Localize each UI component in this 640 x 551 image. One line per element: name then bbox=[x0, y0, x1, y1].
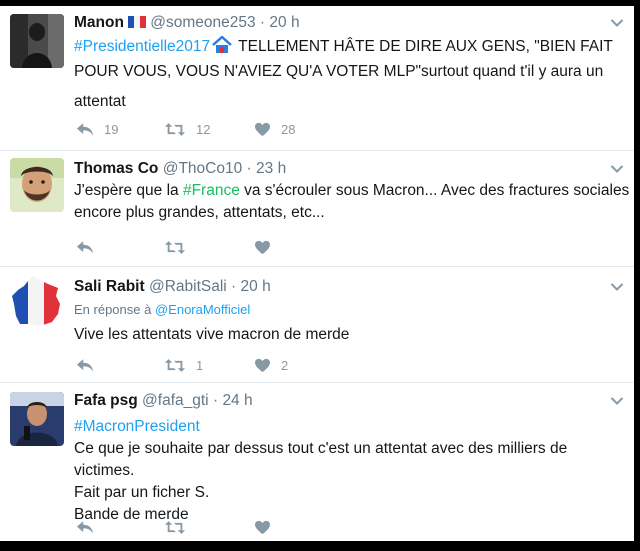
tweet-actions bbox=[76, 518, 376, 536]
separator: · bbox=[246, 160, 252, 177]
avatar[interactable] bbox=[10, 14, 64, 68]
like-count: 28 bbox=[281, 121, 296, 137]
separator: · bbox=[231, 278, 237, 295]
tweet-header: Thomas Co @ThoCo10 · 23 h bbox=[74, 160, 286, 178]
heart-icon bbox=[254, 520, 271, 535]
handle[interactable]: @ThoCo10 bbox=[163, 160, 243, 177]
display-name[interactable]: Thomas Co bbox=[74, 160, 158, 177]
tweet[interactable]: Manon @someone253 · 20 h #Presidentielle… bbox=[0, 6, 634, 151]
timestamp[interactable]: 20 h bbox=[269, 14, 299, 31]
retweet-icon bbox=[164, 240, 186, 255]
reply-icon bbox=[76, 122, 94, 137]
retweet-icon bbox=[164, 358, 186, 373]
heart-icon bbox=[254, 122, 271, 137]
timestamp[interactable]: 24 h bbox=[222, 392, 252, 409]
retweet-button[interactable]: 1 bbox=[164, 356, 203, 374]
reply-icon bbox=[76, 240, 94, 255]
reply-icon bbox=[76, 358, 94, 373]
retweet-button[interactable] bbox=[164, 238, 196, 256]
tweet-header: Fafa psg @fafa_gti · 24 h bbox=[74, 392, 253, 410]
tweet-text-segment: va s'écrouler sous Macron... Avec des fr… bbox=[239, 182, 630, 199]
tweet-text: Vive les attentats vive macron de merde bbox=[74, 324, 630, 346]
handle[interactable]: @fafa_gti bbox=[142, 392, 209, 409]
like-button[interactable]: 28 bbox=[254, 120, 295, 138]
tweet-text: #MacronPresident Ce que je souhaite par … bbox=[74, 416, 630, 526]
tweet[interactable]: Sali Rabit @RabitSali · 20 h En réponse … bbox=[0, 266, 634, 383]
chevron-down-icon[interactable] bbox=[610, 18, 624, 28]
avatar[interactable] bbox=[10, 158, 64, 212]
timestamp[interactable]: 20 h bbox=[241, 278, 271, 295]
separator: · bbox=[212, 392, 219, 409]
house-emoji-icon bbox=[212, 35, 232, 61]
tweet-text-segment: TELLEMENT HÂTE DE DIRE AUX GENS, "BIEN F… bbox=[234, 38, 613, 55]
tweet-actions bbox=[76, 238, 376, 256]
timestamp[interactable]: 23 h bbox=[256, 160, 286, 177]
tweet-header: Sali Rabit @RabitSali · 20 h bbox=[74, 278, 271, 296]
tweet-text-line: attentat bbox=[74, 93, 126, 110]
mention-link[interactable]: @EnoraMofficiel bbox=[155, 302, 250, 317]
tweet[interactable]: Thomas Co @ThoCo10 · 23 h J'espère que l… bbox=[0, 150, 634, 267]
display-name[interactable]: Fafa psg bbox=[74, 392, 138, 409]
reply-button[interactable] bbox=[76, 238, 104, 256]
tweet-text: #Presidentielle2017 TELLEMENT HÂTE DE DI… bbox=[74, 35, 630, 113]
heart-icon bbox=[254, 358, 271, 373]
tweet-text-line: Ce que je souhaite par dessus tout c'est… bbox=[74, 440, 568, 479]
tweet-actions: 1 2 bbox=[76, 356, 376, 374]
tweet-text-line: POUR VOUS, VOUS N'AVIEZ QU'A VOTER MLP"s… bbox=[74, 63, 604, 80]
like-button[interactable]: 2 bbox=[254, 356, 288, 374]
like-button[interactable] bbox=[254, 518, 281, 536]
french-flag-icon bbox=[127, 15, 146, 34]
retweet-count: 12 bbox=[196, 121, 211, 137]
reply-prefix: En réponse à bbox=[74, 302, 152, 317]
retweet-count: 1 bbox=[196, 357, 204, 373]
retweet-button[interactable] bbox=[164, 518, 196, 536]
like-button[interactable] bbox=[254, 238, 281, 256]
reply-button[interactable] bbox=[76, 356, 104, 374]
separator: · bbox=[259, 14, 266, 31]
retweet-icon bbox=[164, 122, 186, 137]
retweet-button[interactable]: 12 bbox=[164, 120, 210, 138]
chevron-down-icon[interactable] bbox=[610, 282, 624, 292]
reply-button[interactable]: 19 bbox=[76, 120, 118, 138]
chevron-down-icon[interactable] bbox=[610, 396, 624, 406]
reply-count: 19 bbox=[104, 121, 119, 137]
hashtag[interactable]: #MacronPresident bbox=[74, 418, 200, 435]
avatar[interactable] bbox=[10, 274, 64, 328]
hashtag[interactable]: #Presidentielle2017 bbox=[74, 38, 210, 55]
display-name[interactable]: Manon bbox=[74, 14, 124, 31]
like-count: 2 bbox=[281, 357, 289, 373]
tweet-text-segment: J'espère que la bbox=[74, 182, 183, 199]
tweet-header: Manon @someone253 · 20 h bbox=[74, 14, 300, 34]
reply-icon bbox=[76, 520, 94, 535]
tweet-text: J'espère que la #France va s'écrouler so… bbox=[74, 180, 630, 224]
avatar[interactable] bbox=[10, 392, 64, 446]
reply-context: En réponse à @EnoraMofficiel bbox=[74, 302, 250, 317]
handle[interactable]: @RabitSali bbox=[149, 278, 227, 295]
hashtag[interactable]: #France bbox=[183, 182, 240, 199]
heart-icon bbox=[254, 240, 271, 255]
reply-button[interactable] bbox=[76, 518, 104, 536]
retweet-icon bbox=[164, 520, 186, 535]
handle[interactable]: @someone253 bbox=[150, 14, 255, 31]
tweet-feed: Manon @someone253 · 20 h #Presidentielle… bbox=[0, 6, 634, 541]
tweet-text-line: encore plus grandes, attentats, etc... bbox=[74, 204, 325, 221]
chevron-down-icon[interactable] bbox=[610, 164, 624, 174]
tweet[interactable]: Fafa psg @fafa_gti · 24 h #MacronPreside… bbox=[0, 382, 634, 541]
tweet-text-line: Fait par un ficher S. bbox=[74, 484, 210, 501]
tweet-actions: 19 12 28 bbox=[76, 120, 376, 138]
display-name[interactable]: Sali Rabit bbox=[74, 278, 145, 295]
tweet-text-line: Vive les attentats vive macron de merde bbox=[74, 326, 350, 343]
